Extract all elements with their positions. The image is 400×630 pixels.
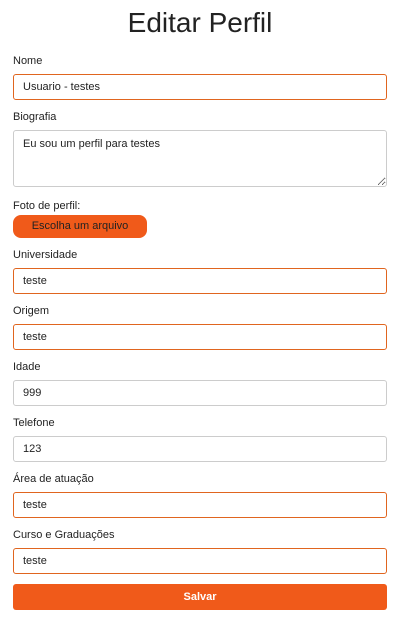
save-button[interactable]: Salvar: [13, 584, 387, 610]
nome-input[interactable]: [13, 74, 387, 100]
idade-input[interactable]: [13, 380, 387, 406]
telefone-label: Telefone: [13, 417, 55, 429]
field-origem: Origem: [13, 304, 387, 350]
curso-input[interactable]: [13, 548, 387, 574]
field-foto: Foto de perfil: Escolha um arquivo: [13, 199, 387, 238]
field-universidade: Universidade: [13, 248, 387, 294]
field-area: Área de atuação: [13, 472, 387, 518]
idade-label: Idade: [13, 361, 41, 373]
universidade-input[interactable]: [13, 268, 387, 294]
biografia-label: Biografia: [13, 111, 57, 123]
field-biografia: Biografia Eu sou um perfil para testes: [13, 110, 387, 187]
foto-label: Foto de perfil:: [13, 200, 81, 212]
profile-form: Nome Biografia Eu sou um perfil para tes…: [13, 54, 387, 610]
field-idade: Idade: [13, 360, 387, 406]
area-input[interactable]: [13, 492, 387, 518]
origem-input[interactable]: [13, 324, 387, 350]
universidade-label: Universidade: [13, 249, 78, 261]
curso-label: Curso e Graduações: [13, 529, 115, 541]
telefone-input[interactable]: [13, 436, 387, 462]
choose-file-button[interactable]: Escolha um arquivo: [13, 215, 147, 238]
field-nome: Nome: [13, 54, 387, 100]
area-label: Área de atuação: [13, 473, 94, 485]
origem-label: Origem: [13, 305, 50, 317]
page-title: Editar Perfil: [127, 7, 273, 38]
biografia-textarea[interactable]: Eu sou um perfil para testes: [13, 130, 387, 187]
field-telefone: Telefone: [13, 416, 387, 462]
edit-profile-page: Editar Perfil Nome Biografia Eu sou um p…: [0, 0, 400, 630]
field-curso: Curso e Graduações: [13, 528, 387, 574]
nome-label: Nome: [13, 55, 43, 67]
